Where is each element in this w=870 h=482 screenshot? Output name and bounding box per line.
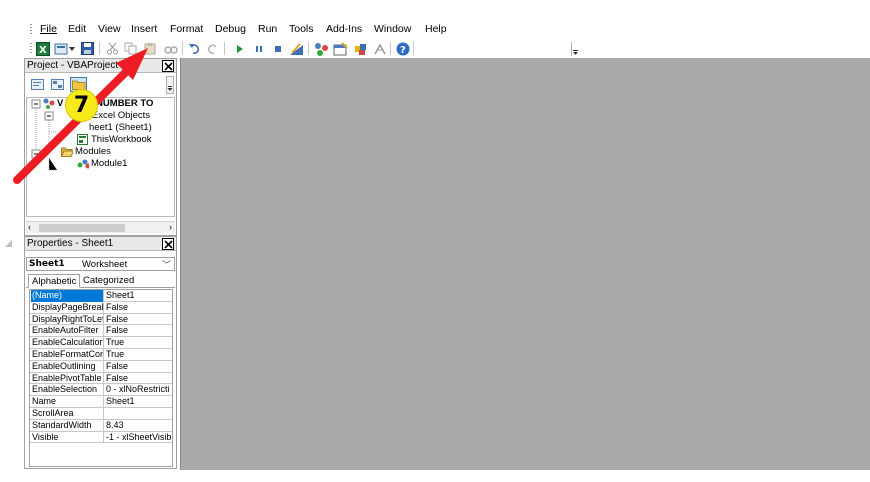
menu-debug[interactable]: Debug xyxy=(215,23,246,35)
chevron-down-icon: ﹀ xyxy=(161,260,171,270)
menu-run[interactable]: Run xyxy=(258,23,277,35)
property-key: EnablePivotTable xyxy=(31,372,104,385)
annotation-arrow xyxy=(13,48,148,184)
property-value[interactable]: False xyxy=(105,373,172,384)
panel-resize-grip[interactable] xyxy=(5,240,12,247)
property-row[interactable]: DisplayPageBreak False xyxy=(30,301,172,314)
menu-debug-label: Debug xyxy=(215,23,246,35)
property-value[interactable]: True xyxy=(105,349,172,360)
property-value[interactable]: 0 - xlNoRestricti xyxy=(105,384,172,395)
toolbar-separator xyxy=(224,42,225,55)
toolbar-separator xyxy=(390,42,391,55)
property-key: DisplayRightToLef xyxy=(32,313,104,326)
property-row[interactable]: EnablePivotTable False xyxy=(30,372,172,385)
reset-icon[interactable] xyxy=(270,41,285,56)
step-number-badge: 7 xyxy=(66,90,97,121)
property-value[interactable]: 8.43 xyxy=(105,420,172,431)
toolbar-end-separator xyxy=(413,41,414,56)
property-row[interactable]: EnableOutlining False xyxy=(30,360,172,373)
break-icon[interactable] xyxy=(251,41,266,56)
properties-icon[interactable] xyxy=(333,41,348,56)
property-key: (Name) xyxy=(31,290,104,302)
property-value[interactable]: True xyxy=(105,337,172,348)
properties-tabs: Alphabetic Categorized xyxy=(26,274,175,288)
menu-tools-label: Tools xyxy=(289,23,314,35)
property-row[interactable]: ScrollArea xyxy=(30,408,172,420)
property-row[interactable]: EnableCalculation True xyxy=(30,337,172,349)
properties-panel: Properties - Sheet1 Sheet1 Worksheet ﹀ A… xyxy=(24,236,177,469)
toolbar-options-button[interactable] xyxy=(571,42,580,56)
property-key: Name xyxy=(31,396,104,408)
property-row[interactable]: EnableSelection 0 - xlNoRestricti xyxy=(30,384,172,397)
svg-text:?: ? xyxy=(400,45,406,56)
menu-help[interactable]: Help xyxy=(425,23,447,35)
help-icon[interactable]: ? xyxy=(395,41,410,56)
property-row[interactable]: Visible -1 - xlSheetVisib xyxy=(30,431,172,444)
scroll-left-icon[interactable]: ‹ xyxy=(28,222,31,232)
property-value[interactable]: Sheet1 xyxy=(105,396,172,407)
run-icon[interactable] xyxy=(232,41,247,56)
redo-icon[interactable] xyxy=(205,41,220,56)
close-icon xyxy=(163,239,173,249)
toolbox-icon[interactable] xyxy=(372,41,387,56)
object-selector-dropdown[interactable]: Sheet1 Worksheet ﹀ xyxy=(26,257,175,271)
property-value[interactable]: False xyxy=(105,325,172,336)
toolbar-separator xyxy=(308,42,309,55)
menu-add-ins-label: Add-Ins xyxy=(326,23,363,35)
property-row[interactable]: EnableFormatCon True xyxy=(30,349,172,361)
scroll-thumb[interactable] xyxy=(39,224,125,232)
property-row[interactable]: StandardWidth 8.43 xyxy=(30,419,172,432)
property-key: EnableOutlining xyxy=(31,360,104,373)
code-window-area[interactable] xyxy=(180,58,870,470)
object-selector-type: Worksheet xyxy=(82,259,128,270)
property-row[interactable]: DisplayRightToLef False xyxy=(30,313,172,326)
properties-title: Properties - Sheet1 xyxy=(27,238,114,249)
menu-window[interactable]: Window xyxy=(374,23,411,35)
property-key: DisplayPageBreak xyxy=(32,301,104,314)
project-tree-hscrollbar[interactable]: ‹ › xyxy=(26,221,175,233)
property-value[interactable]: Sheet1 xyxy=(105,290,172,301)
property-value[interactable]: False xyxy=(105,314,172,325)
project-explorer-icon[interactable] xyxy=(314,41,329,56)
property-value[interactable]: -1 - xlSheetVisib xyxy=(105,432,172,443)
properties-close-button[interactable] xyxy=(162,238,174,250)
object-browser-icon[interactable] xyxy=(353,41,368,56)
menu-add-ins[interactable]: Add-Ins xyxy=(326,23,362,35)
property-key: EnableSelection xyxy=(31,384,104,397)
property-key: Visible xyxy=(31,431,104,444)
property-key: StandardWidth xyxy=(31,419,104,432)
property-key: EnableAutoFilter xyxy=(31,325,104,338)
property-value[interactable]: False xyxy=(105,361,172,372)
menu-help-label: Help xyxy=(425,23,447,35)
property-key: EnableCalculation xyxy=(32,337,104,349)
property-key: EnableFormatCon xyxy=(32,349,104,361)
property-row[interactable]: Name Sheet1 xyxy=(30,396,172,408)
tab-categorized[interactable]: Categorized xyxy=(80,274,137,288)
properties-grid: (Name) Sheet1 DisplayPageBreak False Displ… xyxy=(29,289,173,467)
design-mode-icon[interactable] xyxy=(289,41,304,56)
property-key: ScrollArea xyxy=(31,408,104,420)
tab-alphabetic[interactable]: Alphabetic xyxy=(28,274,81,288)
property-value[interactable]: False xyxy=(105,302,172,313)
menu-window-label: Window xyxy=(374,23,412,35)
menu-run-label: Run xyxy=(258,23,278,35)
properties-titlebar[interactable]: Properties - Sheet1 xyxy=(25,237,176,251)
object-selector-name: Sheet1 xyxy=(29,259,65,269)
property-row[interactable]: EnableAutoFilter False xyxy=(30,325,172,338)
property-row[interactable]: (Name) Sheet1 xyxy=(30,290,172,302)
menu-tools[interactable]: Tools xyxy=(289,23,314,35)
scroll-right-icon[interactable]: › xyxy=(169,222,172,232)
